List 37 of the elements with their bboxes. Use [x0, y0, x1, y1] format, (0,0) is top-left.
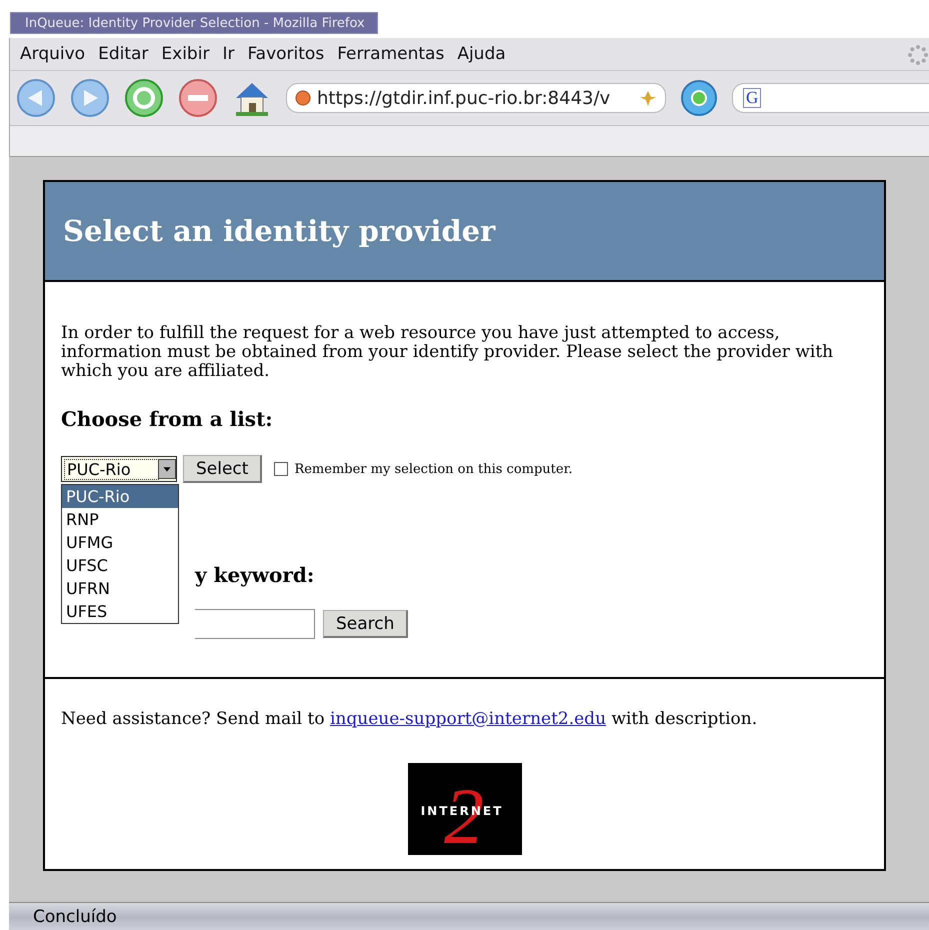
assistance-text: Need assistance? Send mail to inqueue-support@internet2.edu with description.: [61, 709, 758, 729]
remember-label: Remember my selection on this computer.: [294, 462, 573, 476]
remember-checkbox[interactable]: [274, 462, 288, 476]
caret-icon: [158, 459, 176, 479]
go-icon[interactable]: [680, 79, 718, 117]
menu-item[interactable]: Ajuda: [453, 44, 515, 64]
select-button[interactable]: Select: [183, 455, 262, 483]
dropdown-option[interactable]: UFSC: [62, 554, 178, 577]
intro-paragraph: In order to fulfill the request for a web resource you have just attempted to access, information must be obtained from your identify provider. Please select the provider with which you are affiliated.: [61, 324, 834, 381]
back-icon[interactable]: [16, 78, 56, 118]
window-title: InQueue: Identity Provider Selection - Mozilla Firefox: [10, 12, 378, 34]
section-heading: y keyword:: [195, 563, 316, 587]
menu-item[interactable]: Exibir: [157, 44, 218, 64]
menu-item[interactable]: Arquivo: [16, 44, 94, 64]
search-field[interactable]: G: [732, 83, 929, 113]
menu-item[interactable]: Ir: [218, 44, 244, 64]
site-icon: [295, 90, 311, 106]
menu-item[interactable]: Ferramentas: [333, 44, 454, 64]
dropdown-option[interactable]: PUC-Rio: [62, 485, 178, 508]
menu-item[interactable]: Favoritos: [243, 44, 334, 64]
menu-item[interactable]: Editar: [94, 44, 158, 64]
dropdown-option[interactable]: UFRN: [62, 577, 178, 600]
stop-icon[interactable]: [178, 78, 218, 118]
search-button[interactable]: Search: [323, 610, 408, 638]
dropdown-option[interactable]: UFMG: [62, 531, 178, 554]
page-heading: Select an identity provider: [63, 214, 496, 248]
email-link[interactable]: inqueue-support@internet2.edu: [330, 709, 606, 729]
address-field[interactable]: https://gtdir.inf.puc-rio.br:8443/v: [286, 83, 666, 113]
provider-dropdown[interactable]: PUC-Rio: [61, 456, 177, 482]
dropdown-option[interactable]: RNP: [62, 508, 178, 531]
section-heading: Choose from a list:: [61, 407, 274, 431]
dropdown-option[interactable]: UFES: [62, 600, 178, 623]
keyword-field[interactable]: [195, 609, 315, 639]
forward-icon[interactable]: [70, 78, 110, 118]
status-text: Concluído: [9, 902, 929, 930]
reload-icon[interactable]: [124, 78, 164, 118]
bookmark-icon[interactable]: [639, 89, 657, 107]
